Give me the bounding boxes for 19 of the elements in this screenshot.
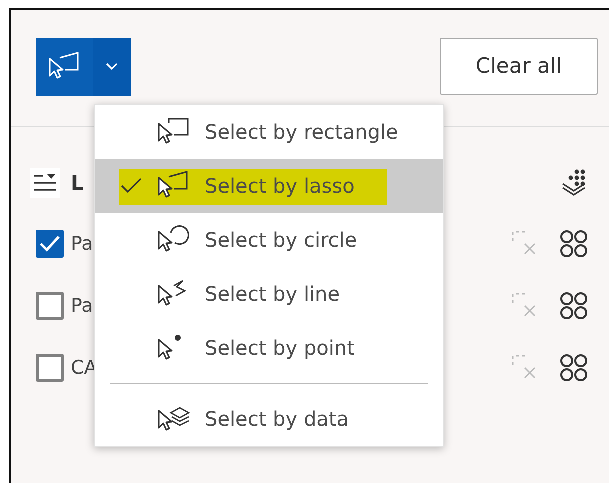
menu-item[interactable]: Select by line — [95, 267, 443, 321]
menu-item[interactable]: Select by point — [95, 321, 443, 375]
list-icon[interactable] — [30, 168, 60, 198]
select-tool-button[interactable] — [36, 38, 93, 96]
grid-icon[interactable] — [559, 353, 589, 383]
menu-item[interactable]: Select by data — [95, 392, 443, 446]
grid-icon[interactable] — [559, 229, 589, 259]
menu-item[interactable]: Select by lasso — [95, 159, 443, 213]
layer-name: Pa — [71, 294, 94, 319]
grid-icon[interactable] — [559, 291, 589, 321]
layers-title: L — [71, 170, 84, 197]
layer-checkbox[interactable] — [36, 354, 64, 382]
chevron-down-icon — [106, 63, 118, 71]
layer-checkbox[interactable] — [36, 230, 64, 258]
layer-name: Pa — [71, 232, 94, 257]
clear-all-button[interactable]: Clear all — [440, 38, 598, 95]
menu-item[interactable]: Select by rectangle — [95, 105, 443, 159]
menu-item[interactable]: Select by circle — [95, 213, 443, 267]
layer-checkbox[interactable] — [36, 292, 64, 320]
